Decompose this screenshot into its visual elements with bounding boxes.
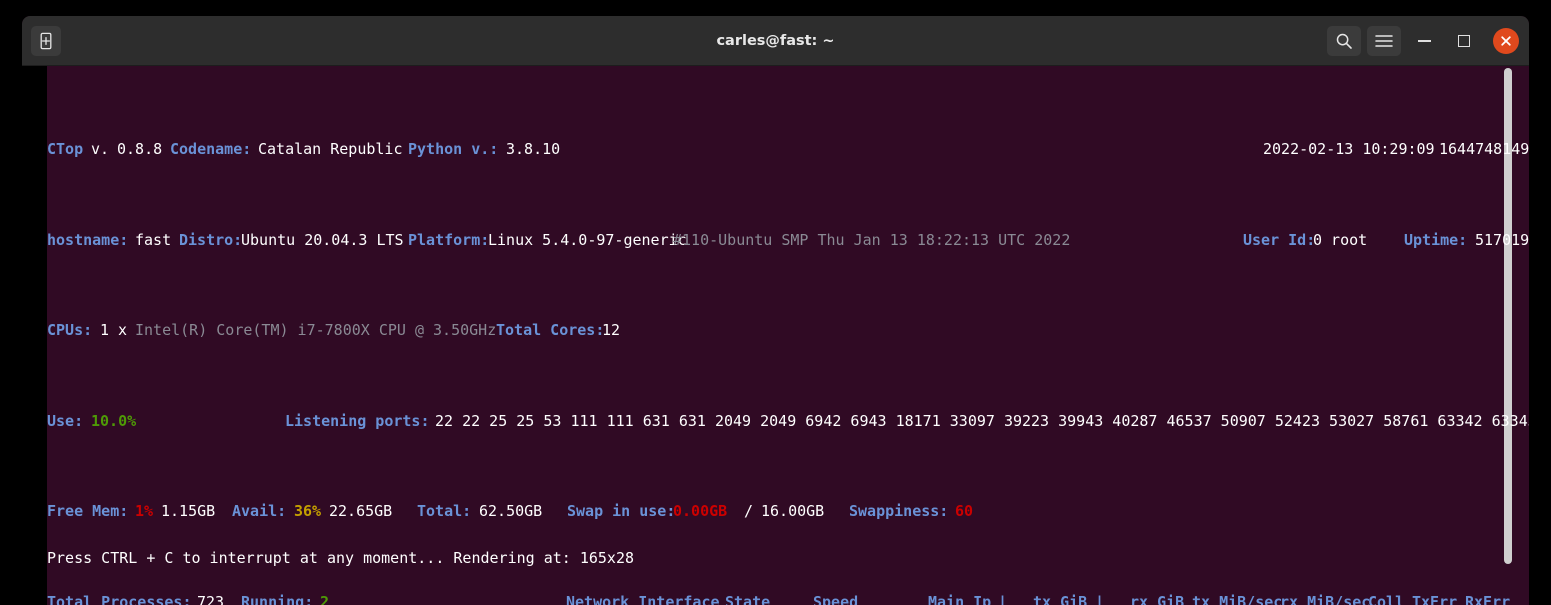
total-processes-label: Total Processes:: [47, 592, 192, 605]
python-label: Python v.:: [408, 140, 499, 159]
ctop-processes-line: Total Processes: 723 Running: 2 Network …: [47, 592, 1510, 605]
platform-extra: #110-Ubuntu SMP Thu Jan 13 18:22:13 UTC …: [673, 230, 1071, 249]
titlebar-right-controls: [1327, 16, 1519, 66]
version-label: v.: [91, 140, 110, 159]
avail-pct: 36%: [294, 502, 322, 521]
uptime-label: Uptime:: [1404, 230, 1468, 249]
running-value: 2: [320, 592, 330, 605]
minimize-icon[interactable]: [1407, 26, 1441, 56]
hostname-value: fast: [135, 230, 172, 249]
net-header-rx-mibsec: rx MiB/sec: [1280, 592, 1371, 605]
ctop-use-line: Use: 10.0% Listening ports: 22 22 25 25 …: [47, 411, 1529, 430]
cpus-label: CPUs:: [47, 321, 93, 340]
user-id-value: 0 root: [1313, 230, 1368, 249]
platform-label: Platform:: [408, 230, 490, 249]
ctop-cpu-line: CPUs: 1 x Intel(R) Core(TM) i7-7800X CPU…: [47, 321, 1499, 339]
net-header-state: State: [725, 592, 771, 605]
swappiness-label: Swappiness:: [849, 502, 949, 521]
net-header-interface: Network Interface: [566, 592, 720, 605]
ctop-host-line: hostname: fast Distro: Ubuntu 20.04.3 LT…: [47, 230, 1529, 249]
hostname-label: hostname:: [47, 230, 129, 249]
cpus-count: 1 x: [100, 321, 128, 340]
search-icon[interactable]: [1327, 26, 1361, 56]
distro-label: Distro:: [179, 230, 243, 249]
listening-ports-label: Listening ports:: [285, 411, 430, 430]
platform-value: Linux 5.4.0-97-generic: [488, 230, 687, 249]
free-mem-value: 1.15GB: [161, 502, 216, 521]
avail-value: 22.65GB: [329, 502, 393, 521]
total-cores-label: Total Cores:: [496, 321, 605, 340]
net-header-txerr: TxErr: [1412, 592, 1458, 605]
ctop-screen: CTop v. 0.8.8 Codename: Catalan Republic…: [47, 68, 1529, 605]
total-cores-value: 12: [602, 321, 621, 340]
uptime-value: 517019: [1475, 230, 1529, 249]
swappiness-value: 60: [955, 502, 974, 521]
running-label: Running:: [241, 592, 314, 605]
codename-value: Catalan Republic: [258, 140, 403, 159]
ctop-header-line: CTop v. 0.8.8 Codename: Catalan Republic…: [47, 140, 1529, 159]
hamburger-menu-icon[interactable]: [1367, 26, 1401, 56]
avail-label: Avail:: [232, 502, 287, 521]
use-label: Use:: [47, 411, 84, 430]
free-mem-label: Free Mem:: [47, 502, 129, 521]
header-epoch: 1644748149: [1439, 140, 1529, 159]
mem-total-label: Total:: [417, 502, 472, 521]
close-icon[interactable]: [1493, 28, 1519, 54]
net-header-rx-gib: rx GiB: [1130, 592, 1185, 605]
distro-value: Ubuntu 20.04.3 LTS: [241, 230, 404, 249]
net-header-tx-gib: tx GiB: [1033, 592, 1088, 605]
user-id-label: User Id:: [1243, 230, 1316, 249]
python-version: 3.8.10: [506, 140, 561, 159]
net-header-rxerr: RxErr: [1465, 592, 1511, 605]
terminal-left-gutter: [22, 66, 47, 605]
new-tab-plus-icon[interactable]: [31, 25, 61, 56]
net-header-main-ip: Main Ip: [928, 592, 992, 605]
net-header-speed: Speed: [813, 592, 859, 605]
terminal-window: carles@fast: ~ CTop v. 0.8.8 Codename: C…: [22, 16, 1529, 605]
maximize-icon[interactable]: [1447, 26, 1481, 56]
terminal-body[interactable]: CTop v. 0.8.8 Codename: Catalan Republic…: [22, 66, 1529, 605]
app-name: CTop: [47, 140, 84, 159]
codename-label: Codename:: [170, 140, 252, 159]
cpu-model: Intel(R) Core(TM) i7-7800X CPU @ 3.50GHz: [135, 321, 497, 340]
net-header-coll: Coll: [1368, 592, 1405, 605]
listening-ports-values: 22 22 25 25 53 111 111 631 631 2049 2049…: [435, 411, 1529, 430]
version-value: 0.8.8: [117, 140, 163, 159]
total-processes-value: 723: [197, 592, 225, 605]
free-mem-pct: 1%: [135, 502, 154, 521]
swap-separator: /: [744, 502, 754, 521]
screenshot-root: carles@fast: ~ CTop v. 0.8.8 Codename: C…: [0, 0, 1551, 605]
swap-label: Swap in use:: [567, 502, 676, 521]
header-datetime: 2022-02-13 10:29:09: [1263, 140, 1435, 159]
use-value: 10.0%: [91, 411, 137, 430]
titlebar: carles@fast: ~: [22, 16, 1529, 66]
status-line: Press CTRL + C to interrupt at any momen…: [47, 548, 634, 567]
swap-used: 0.00GB: [673, 502, 728, 521]
ctop-memory-line: Free Mem: 1% 1.15GB Avail: 36% 22.65GB T…: [47, 502, 1499, 520]
swap-total: 16.00GB: [761, 502, 825, 521]
titlebar-left-controls: [22, 25, 61, 56]
mem-total-value: 62.50GB: [479, 502, 543, 521]
window-title: carles@fast: ~: [716, 32, 835, 49]
net-header-pipe-1: |: [998, 592, 1008, 605]
net-header-tx-mibsec: tx MiB/sec: [1192, 592, 1283, 605]
net-header-pipe-2: |: [1095, 592, 1105, 605]
